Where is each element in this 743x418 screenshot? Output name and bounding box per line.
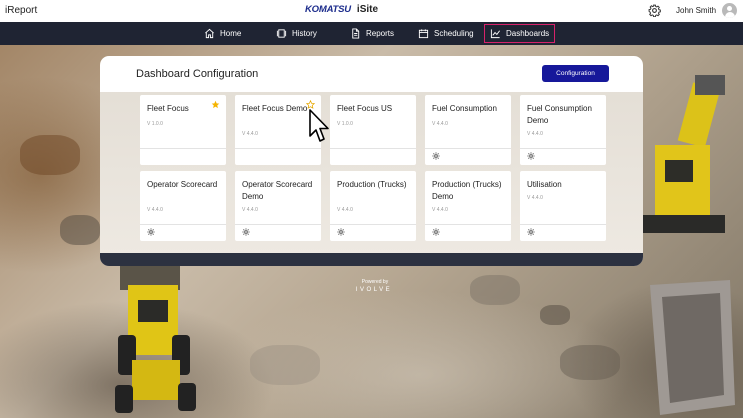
nav-reports[interactable]: Reports — [350, 24, 394, 43]
card-version: V 4.4.0 — [432, 207, 448, 213]
card-version: V 1.0.0 — [147, 121, 163, 127]
brand-name: iSite — [356, 4, 379, 15]
nav-scheduling-label: Scheduling — [434, 29, 474, 38]
nav-reports-label: Reports — [366, 29, 395, 38]
dashboard-card-fleet-focus-us[interactable]: Fleet Focus US V 1.0.0 — [330, 95, 416, 165]
card-version: V 4.4.0 — [337, 207, 353, 213]
card-version: V 1.0.0 — [337, 121, 353, 127]
card-divider — [140, 224, 226, 225]
card-title: Production (Trucks) — [337, 180, 407, 189]
card-title: Fuel Consumption — [432, 104, 497, 113]
app-name: iReport — [5, 5, 38, 16]
cursor-icon — [309, 109, 329, 142]
komatsu-logo: KOMATSU — [305, 4, 351, 15]
wheel-loader-image — [115, 265, 196, 413]
card-divider — [520, 148, 606, 149]
ivolve-logo: IVOLVE — [355, 287, 393, 293]
card-version: V 4.4.0 — [147, 207, 163, 213]
dashboard-card-fuel-consumption[interactable]: Fuel Consumption V 4.4.0 — [425, 95, 511, 165]
dashboard-card-operator-scorecard-demo[interactable]: Operator Scorecard Demo V 4.4.0 — [235, 171, 321, 241]
gear-icon[interactable] — [432, 152, 440, 160]
top-header: iReport KOMATSU iSite John Smith — [0, 0, 743, 22]
dashboard-card-utilisation[interactable]: Utilisation V 4.4.0 — [520, 171, 606, 241]
nav-home-label: Home — [220, 29, 242, 38]
card-title: Fleet Focus US — [337, 104, 393, 113]
card-version: V 4.4.0 — [242, 131, 258, 137]
card-version: V 4.4.0 — [242, 207, 258, 213]
card-divider — [425, 224, 511, 225]
dashboard-card-fleet-focus[interactable]: Fleet Focus V 1.0.0 — [140, 95, 262, 165]
card-title: Operator Scorecard — [147, 180, 218, 189]
dashboard-grid: Fleet Focus V 1.0.0 Fleet Focus Demo V 4… — [100, 92, 643, 253]
gear-icon[interactable] — [337, 228, 345, 236]
star-filled-icon[interactable] — [211, 100, 220, 109]
panel-title: Dashboard Configuration — [136, 68, 259, 80]
gear-icon[interactable] — [242, 228, 250, 236]
gear-icon[interactable] — [432, 228, 440, 236]
home-icon — [205, 28, 214, 39]
card-title: Fleet Focus — [147, 104, 189, 113]
reports-icon — [352, 28, 360, 39]
dashboard-card-fuel-consumption-demo[interactable]: Fuel Consumption Demo V 4.4.0 — [520, 95, 606, 165]
card-divider — [140, 148, 226, 149]
card-divider — [235, 148, 321, 149]
user-name[interactable]: John Smith — [676, 6, 716, 15]
calendar-icon — [418, 29, 429, 39]
card-divider — [330, 148, 416, 149]
card-divider — [330, 224, 416, 225]
panel-footer — [100, 253, 643, 266]
avatar-icon[interactable] — [722, 3, 737, 18]
main-nav: Home History Reports Scheduling Dashboar… — [0, 22, 743, 45]
card-divider — [235, 224, 321, 225]
nav-history[interactable]: History — [276, 24, 317, 43]
history-icon — [276, 29, 287, 38]
card-title: Utilisation — [527, 180, 562, 189]
card-title: Operator Scorecard Demo — [242, 180, 313, 201]
powered-by-text: Powered by — [361, 279, 389, 285]
star-outline-icon[interactable] — [306, 100, 315, 109]
nav-home[interactable]: Home — [204, 24, 241, 43]
card-version: V 4.4.0 — [527, 131, 543, 137]
card-title: Fuel Consumption Demo — [527, 104, 592, 125]
configuration-button[interactable]: Configuration — [542, 65, 609, 82]
dashboard-config-panel: Dashboard Configuration Configuration Fl… — [100, 56, 643, 266]
nav-history-label: History — [292, 29, 317, 38]
gear-icon[interactable] — [527, 152, 535, 160]
dashboard-card-production-trucks-demo[interactable]: Production (Trucks) Demo V 4.4.0 — [425, 171, 511, 241]
card-title: Production (Trucks) Demo — [432, 180, 502, 201]
nav-dashboards-label: Dashboards — [506, 29, 550, 38]
card-divider — [520, 224, 606, 225]
card-version: V 4.4.0 — [432, 121, 448, 127]
chart-icon — [490, 29, 500, 39]
dashboard-card-production-trucks[interactable]: Production (Trucks) V 4.4.0 — [330, 171, 416, 241]
nav-dashboards[interactable]: Dashboards — [484, 24, 556, 43]
brand: KOMATSU iSite — [305, 4, 378, 15]
gear-icon[interactable] — [648, 4, 661, 17]
dump-truck-image — [650, 280, 735, 415]
excavator-image — [640, 75, 725, 233]
card-title: Fleet Focus Demo — [242, 104, 308, 113]
card-version: V 4.4.0 — [527, 195, 543, 201]
nav-scheduling[interactable]: Scheduling — [418, 24, 474, 43]
gear-icon[interactable] — [527, 228, 535, 236]
card-divider — [425, 148, 511, 149]
dashboard-card-operator-scorecard[interactable]: Operator Scorecard V 4.4.0 — [140, 171, 226, 241]
gear-icon[interactable] — [147, 228, 155, 236]
